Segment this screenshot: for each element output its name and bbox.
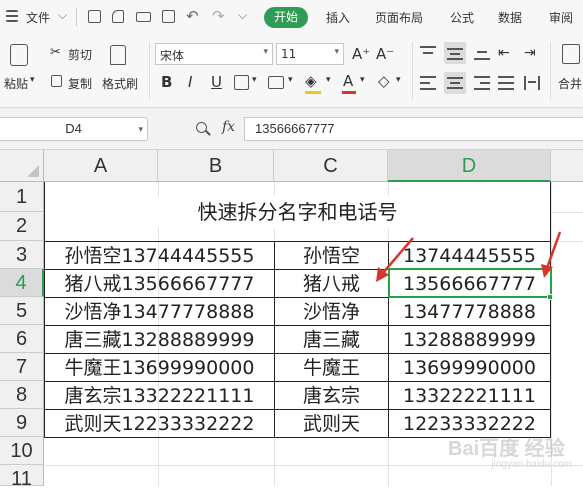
chevron-down-icon[interactable]: ⌵ bbox=[58, 8, 67, 23]
align-bottom-button[interactable] bbox=[474, 46, 490, 60]
formula-bar: D4 ▾ fx 13566667777 bbox=[0, 108, 583, 150]
font-color-icon[interactable]: A bbox=[343, 72, 353, 90]
border-icon[interactable] bbox=[234, 75, 249, 90]
justify-button[interactable] bbox=[498, 76, 514, 90]
italic-button[interactable]: I bbox=[188, 73, 192, 91]
fill-style-icon[interactable] bbox=[268, 76, 284, 89]
ribbon-divider bbox=[149, 42, 150, 100]
bold-button[interactable]: B bbox=[161, 73, 172, 91]
undo-icon[interactable]: ↶ bbox=[186, 7, 199, 25]
hamburger-menu-icon[interactable] bbox=[6, 10, 18, 22]
chevron-down-icon: ▾ bbox=[263, 47, 268, 57]
formula-input[interactable]: 13566667777 bbox=[244, 117, 583, 141]
tab-formulas[interactable]: 公式 bbox=[450, 9, 474, 26]
decrease-indent-icon[interactable]: ⇤ bbox=[498, 44, 510, 62]
copy-icon[interactable] bbox=[51, 75, 62, 87]
paste-dropdown-icon[interactable]: ▾ bbox=[30, 75, 35, 85]
font-color-bar bbox=[342, 91, 356, 94]
paste-icon[interactable] bbox=[10, 44, 28, 66]
merge-cells-icon[interactable] bbox=[562, 44, 580, 64]
watermark-text: Bai百度 经验 bbox=[448, 438, 565, 460]
print-preview-icon[interactable] bbox=[162, 10, 175, 23]
fx-label[interactable]: fx bbox=[222, 119, 235, 135]
tab-home[interactable]: 开始 bbox=[264, 7, 308, 28]
font-size-select[interactable]: 11 ▾ bbox=[276, 43, 344, 65]
divider bbox=[76, 8, 77, 26]
ribbon-toolbar: 粘贴 ▾ ✂ 剪切 复制 格式刷 宋体 ▾ 11 ▾ A⁺ A⁻ B I U ▾ ▾… bbox=[0, 34, 583, 108]
increase-indent-icon[interactable]: ⇥ bbox=[524, 44, 536, 62]
scissors-icon[interactable]: ✂ bbox=[50, 45, 61, 60]
print-icon[interactable] bbox=[136, 12, 151, 22]
more-chevron-icon[interactable]: ⌵ bbox=[238, 8, 247, 23]
copy-button[interactable]: 复制 bbox=[68, 75, 92, 92]
redo-icon[interactable]: ↷ bbox=[212, 7, 225, 25]
fill-style-dropdown-icon[interactable]: ▾ bbox=[288, 75, 293, 85]
file-menu[interactable]: 文件 bbox=[26, 9, 50, 26]
ribbon-divider bbox=[412, 42, 413, 100]
red-arrow bbox=[381, 237, 414, 275]
export-icon[interactable] bbox=[112, 10, 124, 23]
align-top-button[interactable] bbox=[420, 46, 436, 60]
font-name-value: 宋体 bbox=[160, 49, 185, 63]
red-arrow bbox=[545, 231, 562, 269]
font-shrink-icon[interactable]: A⁻ bbox=[376, 45, 394, 63]
font-name-select[interactable]: 宋体 ▾ bbox=[155, 43, 273, 65]
name-box[interactable]: D4 ▾ bbox=[0, 117, 148, 141]
red-arrow-head bbox=[541, 264, 553, 278]
cut-button[interactable]: 剪切 bbox=[68, 46, 92, 63]
fill-color-dropdown-icon[interactable]: ▾ bbox=[326, 75, 331, 85]
ribbon-divider bbox=[550, 42, 551, 100]
magnifier-icon[interactable] bbox=[196, 122, 211, 136]
clear-format-icon[interactable]: ◇ bbox=[378, 72, 390, 90]
tab-review[interactable]: 审阅 bbox=[549, 9, 573, 26]
menu-bar: 文件 ⌵ ↶ ↷ ⌵ 开始 插入 页面布局 公式 数据 审阅 bbox=[0, 0, 583, 34]
align-left-button[interactable] bbox=[420, 76, 436, 90]
baidu-watermark: Bai百度 经验 jingyan.baidu.com bbox=[448, 432, 580, 482]
align-right-button[interactable] bbox=[474, 76, 490, 90]
format-painter-button[interactable]: 格式刷 bbox=[102, 75, 138, 92]
save-icon[interactable] bbox=[88, 10, 101, 23]
chevron-down-icon: ▾ bbox=[138, 124, 143, 134]
font-color-dropdown-icon[interactable]: ▾ bbox=[360, 75, 365, 85]
distributed-align-button[interactable] bbox=[524, 76, 540, 90]
tab-insert[interactable]: 插入 bbox=[326, 9, 350, 26]
font-size-value: 11 bbox=[281, 47, 297, 61]
underline-button[interactable]: U bbox=[211, 73, 222, 91]
format-painter-icon[interactable] bbox=[110, 45, 126, 65]
align-middle-button[interactable] bbox=[444, 42, 466, 64]
fill-color-icon[interactable]: ◈ bbox=[305, 72, 317, 90]
name-box-value: D4 bbox=[65, 121, 82, 136]
merge-center-button[interactable]: 合并 bbox=[558, 75, 582, 92]
tab-data[interactable]: 数据 bbox=[498, 9, 522, 26]
formula-value: 13566667777 bbox=[255, 121, 335, 136]
tab-page-layout[interactable]: 页面布局 bbox=[375, 9, 423, 26]
fill-color-bar bbox=[305, 91, 321, 94]
spreadsheet-grid: A B C D 1 2 3 4 5 6 7 8 9 10 11 快速拆分名字和电… bbox=[0, 150, 583, 490]
paste-button[interactable]: 粘贴 bbox=[4, 75, 28, 92]
align-center-button[interactable] bbox=[444, 72, 466, 94]
border-dropdown-icon[interactable]: ▾ bbox=[252, 75, 257, 85]
font-grow-icon[interactable]: A⁺ bbox=[352, 45, 370, 63]
clear-format-dropdown-icon[interactable]: ▾ bbox=[396, 75, 401, 85]
chevron-down-icon: ▾ bbox=[334, 47, 339, 57]
